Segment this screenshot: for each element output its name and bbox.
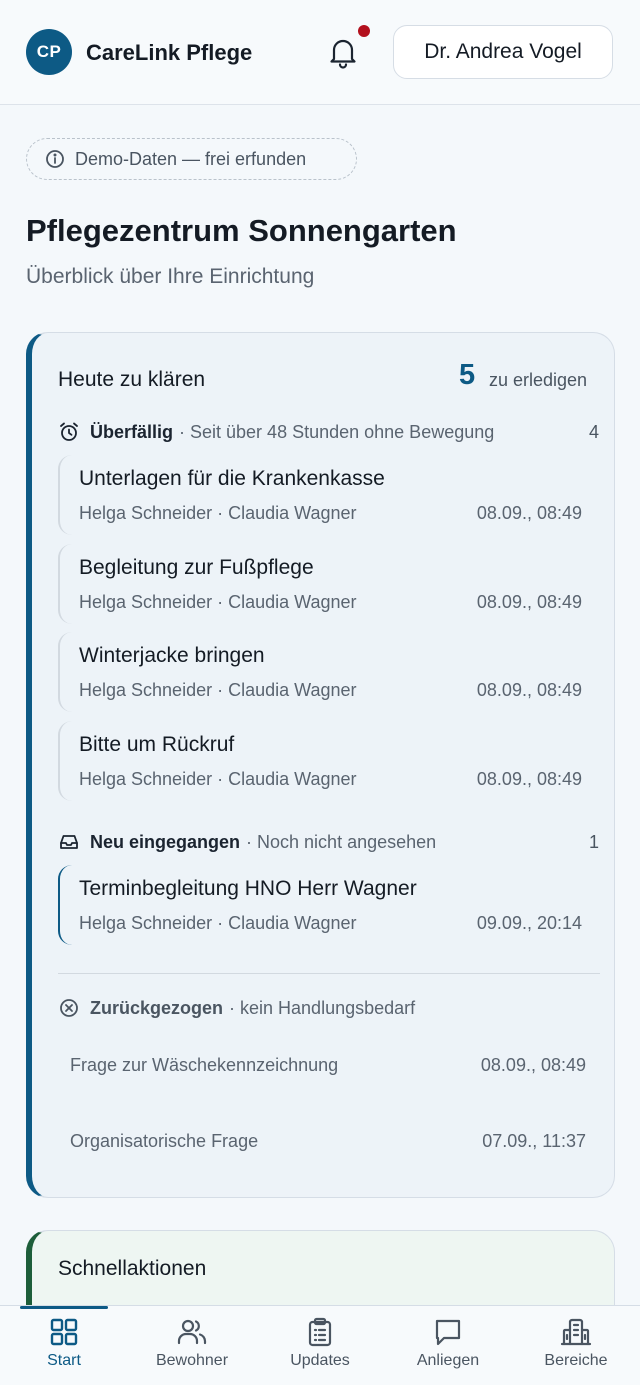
bell-icon[interactable] — [325, 34, 361, 70]
info-icon — [46, 150, 64, 168]
task-date: 08.09., 08:49 — [476, 503, 582, 523]
app-logo[interactable]: CP — [26, 29, 72, 75]
building-icon — [560, 1318, 592, 1346]
new-group-header: Neu eingegangen · Noch nicht angesehen 1 — [58, 829, 603, 855]
notification-dot — [358, 25, 370, 37]
task-date: 09.09., 20:14 — [476, 913, 582, 933]
task-row[interactable]: Unterlagen für die Krankenkasse Helga Sc… — [58, 455, 600, 535]
withdrawn-item[interactable]: Frage zur Wäschekennzeichnung 08.09., 08… — [70, 1055, 586, 1085]
users-icon — [177, 1319, 207, 1345]
task-row[interactable]: Bitte um Rückruf Helga Schneider · Claud… — [58, 721, 600, 801]
demo-data-label: Demo-Daten — frei erfunden — [75, 148, 307, 169]
new-group-name: Neu eingegangen — [90, 831, 241, 852]
task-meta: Helga Schneider · Claudia Wagner — [79, 503, 357, 523]
quick-actions-title: Schnellaktionen — [58, 1257, 207, 1280]
withdrawn-item-date: 07.09., 11:37 — [482, 1131, 586, 1151]
withdrawn-group-header: Zurückgezogen · kein Handlungsbedarf — [58, 995, 603, 1021]
overdue-group-desc: · Seit über 48 Stunden ohne Bewegung — [179, 421, 495, 442]
task-row[interactable]: Begleitung zur Fußpflege Helga Schneider… — [58, 544, 600, 624]
nav-label: Bereiche — [544, 1352, 608, 1369]
clipboard-icon — [308, 1317, 332, 1347]
page-subtitle: Überblick über Ihre Einrichtung — [26, 265, 315, 288]
chat-icon — [435, 1319, 461, 1346]
task-title: Bitte um Rückruf — [79, 733, 235, 756]
page-title: Pflegezentrum Sonnengarten — [26, 213, 457, 248]
today-card-title: Heute zu klären — [58, 368, 206, 391]
grid-icon — [50, 1318, 78, 1346]
nav-anliegen[interactable]: Anliegen — [384, 1306, 512, 1385]
task-title: Winterjacke bringen — [79, 644, 265, 667]
withdrawn-item-date: 08.09., 08:49 — [480, 1055, 586, 1075]
nav-label: Start — [47, 1352, 81, 1369]
nav-bewohner[interactable]: Bewohner — [128, 1306, 256, 1385]
nav-label: Anliegen — [416, 1352, 480, 1369]
withdrawn-item-title: Organisatorische Frage — [70, 1131, 259, 1151]
withdrawn-item[interactable]: Organisatorische Frage 07.09., 11:37 — [70, 1131, 586, 1161]
overdue-group-count: 4 — [588, 421, 599, 442]
x-circle-icon — [60, 999, 78, 1017]
task-title: Unterlagen für die Krankenkasse — [79, 467, 385, 490]
inbox-icon — [60, 835, 78, 849]
task-meta: Helga Schneider · Claudia Wagner — [79, 913, 357, 933]
new-group-desc: · Noch nicht angesehen — [246, 831, 437, 852]
demo-data-badge: Demo-Daten — frei erfunden — [26, 138, 357, 180]
task-row[interactable]: Winterjacke bringen Helga Schneider · Cl… — [58, 632, 600, 712]
user-menu-button[interactable]: Dr. Andrea Vogel — [393, 25, 613, 79]
todo-count-label: zu erledigen — [489, 370, 588, 390]
withdrawn-group-desc: · kein Handlungsbedarf — [229, 997, 416, 1018]
alarm-clock-icon — [60, 422, 78, 441]
section-divider — [58, 973, 600, 974]
task-meta: Helga Schneider · Claudia Wagner — [79, 680, 357, 700]
withdrawn-group-name: Zurückgezogen — [90, 997, 224, 1018]
today-card: Heute zu klären 5 zu erledigen Überfälli… — [26, 332, 615, 1198]
task-date: 08.09., 08:49 — [476, 592, 582, 612]
withdrawn-item-title: Frage zur Wäschekennzeichnung — [70, 1055, 339, 1075]
task-meta: Helga Schneider · Claudia Wagner — [79, 592, 357, 612]
todo-count: 5 — [459, 359, 476, 391]
bottom-navigation: Start Bewohner Updates Anliegen Bereiche — [0, 1305, 640, 1385]
overdue-group-name: Überfällig — [90, 421, 174, 442]
new-group-count: 1 — [588, 831, 599, 852]
nav-start[interactable]: Start — [0, 1306, 128, 1385]
task-date: 08.09., 08:49 — [476, 769, 582, 789]
nav-label: Updates — [290, 1352, 350, 1369]
task-row[interactable]: Terminbegleitung HNO Herr Wagner Helga S… — [58, 865, 600, 945]
nav-bereiche[interactable]: Bereiche — [512, 1306, 640, 1385]
nav-label: Bewohner — [155, 1352, 229, 1369]
app-header: CP CareLink Pflege Dr. Andrea Vogel — [0, 0, 640, 105]
task-meta: Helga Schneider · Claudia Wagner — [79, 769, 357, 789]
nav-updates[interactable]: Updates — [256, 1306, 384, 1385]
task-date: 08.09., 08:49 — [476, 680, 582, 700]
overdue-group-header: Überfällig · Seit über 48 Stunden ohne B… — [58, 419, 603, 445]
task-title: Terminbegleitung HNO Herr Wagner — [79, 877, 417, 900]
app-title: CareLink Pflege — [86, 40, 253, 65]
task-title: Begleitung zur Fußpflege — [79, 556, 314, 579]
